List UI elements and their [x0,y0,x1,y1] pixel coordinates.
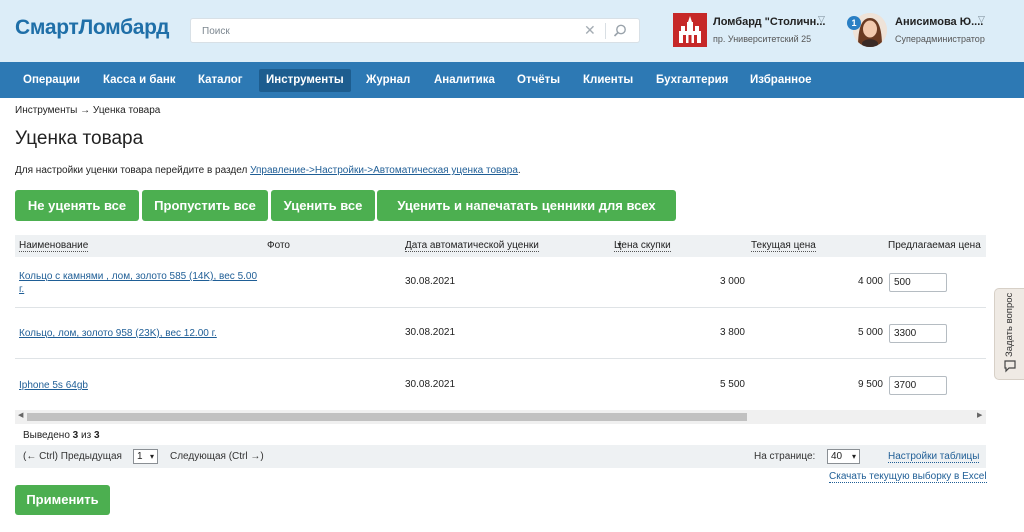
item-date: 30.08.2021 [405,276,456,287]
apply-button[interactable]: Применить [15,485,110,515]
nav-item-journal[interactable]: Журнал [366,69,410,92]
chat-bubble-icon [1003,359,1017,373]
clear-icon[interactable]: ✕ [584,22,596,38]
search-input[interactable]: Поиск [202,26,230,37]
scroll-left-icon[interactable]: ◀ [18,411,23,419]
search-icon[interactable] [611,23,629,39]
item-name-link[interactable]: Iphone 5s 64gb [19,379,264,392]
hint-text: Для настройки уценки товара перейдите в … [15,165,251,176]
main-nav: Операции Касса и банк Каталог Инструмент… [0,62,1024,98]
ask-question-tab[interactable]: Задать вопрос [994,288,1024,380]
no-markdown-all-button[interactable]: Не уценять все [15,190,139,221]
item-name-link[interactable]: Кольцо с камнями , лом, золото 585 (14K)… [19,270,264,296]
nav-item-analytics[interactable]: Аналитика [434,69,495,92]
shop-name[interactable]: Ломбард "Столичн... [713,16,825,28]
top-header: СмартЛомбард Поиск ✕ Ломбард "Столичн...… [0,0,1024,62]
scrollbar-thumb[interactable] [27,413,747,421]
shown-total-value: 3 [93,430,100,441]
column-proposed-price: Предлагаемая цена [888,240,981,251]
column-photo: Фото [267,240,290,251]
scroll-right-icon[interactable]: ▶ [977,411,982,419]
hint-suffix: . [517,165,521,176]
notification-badge[interactable]: 1 [847,16,861,30]
shown-count: Выведено 3 из 3 [23,430,100,441]
table-row: Кольцо, лом, золото 958 (23K), вес 12.00… [15,308,986,359]
table-row: Кольцо с камнями , лом, золото 585 (14K)… [15,257,986,308]
per-page-select[interactable]: 40 ▾ [827,449,860,464]
shown-of: из [78,430,94,441]
shop-address: пр. Университетский 25 [713,34,812,44]
shop-chevron-down-icon[interactable]: ▽ [818,14,825,25]
page-title: Уценка товара [15,128,144,149]
ask-question-label: Задать вопрос [1004,292,1015,357]
breadcrumb: Инструменты → Уценка товара [15,105,161,116]
nav-item-operations[interactable]: Операции [23,69,80,92]
nav-item-cash-bank[interactable]: Касса и банк [103,69,176,92]
nav-item-tools[interactable]: Инструменты [259,69,351,92]
column-name[interactable]: Наименование [19,240,89,252]
page-select[interactable]: 1 ▾ [133,449,158,464]
markdown-print-all-button[interactable]: Уценить и напечатать ценники для всех [377,190,676,221]
markdown-all-button[interactable]: Уценить все [271,190,375,221]
proposed-price-input[interactable]: 3700 [889,376,947,395]
item-buy-price: 3 000 [719,276,745,287]
item-buy-price: 5 500 [719,379,745,390]
per-page-value: 40 [831,451,843,462]
search-box[interactable]: Поиск ✕ [190,18,640,43]
next-page-link[interactable]: Следующая (Ctrl →) [170,451,264,462]
nav-item-reports[interactable]: Отчёты [517,69,560,92]
table-row: Iphone 5s 64gb 30.08.2021 5 500 9 500 37… [15,359,986,410]
app-logo[interactable]: СмартЛомбард [15,16,169,40]
shop-logo-icon[interactable] [673,13,707,47]
settings-hint: Для настройки уценки товара перейдите в … [15,165,521,176]
table-header: Наименование Фото Дата автоматической уц… [15,235,986,257]
column-buy-price[interactable]: Цена скупки [614,240,671,252]
skip-all-button[interactable]: Пропустить все [142,190,268,221]
download-excel-link[interactable]: Скачать текущую выборку в Excel [829,471,987,483]
user-name[interactable]: Анисимова Ю.... [895,16,983,28]
item-date: 30.08.2021 [405,379,456,390]
proposed-price-input[interactable]: 500 [889,273,947,292]
prev-page-link[interactable]: (← Ctrl) Предыдущая [23,451,122,462]
user-chevron-down-icon[interactable]: ▽ [978,14,985,25]
user-role: Суперадминистратор [895,34,985,44]
item-name-link[interactable]: Кольцо, лом, золото 958 (23K), вес 12.00… [19,327,264,340]
column-date[interactable]: Дата автоматической уценки [405,240,539,252]
item-buy-price: 3 800 [719,327,745,338]
item-current-price: 9 500 [857,379,883,390]
item-current-price: 5 000 [857,327,883,338]
nav-item-accounting[interactable]: Бухгалтерия [656,69,728,92]
nav-item-favorites[interactable]: Избранное [750,69,812,92]
column-current-price[interactable]: Текущая цена [751,240,816,252]
settings-link[interactable]: Управление->Настройки->Автоматическая уц… [250,165,518,176]
nav-item-clients[interactable]: Клиенты [583,69,633,92]
table-settings-link[interactable]: Настройки таблицы [888,451,980,463]
table-horizontal-scrollbar[interactable]: ◀ ▶ [15,410,986,424]
chevron-down-icon: ▾ [851,452,856,461]
search-divider [605,23,606,39]
item-current-price: 4 000 [857,276,883,287]
pagination-bar: (← Ctrl) Предыдущая 1 ▾ Следующая (Ctrl →… [15,445,986,468]
shown-prefix: Выведено [23,430,73,441]
proposed-price-input[interactable]: 3300 [889,324,947,343]
per-page-label: На странице: [754,451,816,462]
page-select-value: 1 [137,451,143,462]
item-date: 30.08.2021 [405,327,456,338]
chevron-down-icon: ▾ [149,452,154,461]
nav-item-catalog[interactable]: Каталог [198,69,243,92]
